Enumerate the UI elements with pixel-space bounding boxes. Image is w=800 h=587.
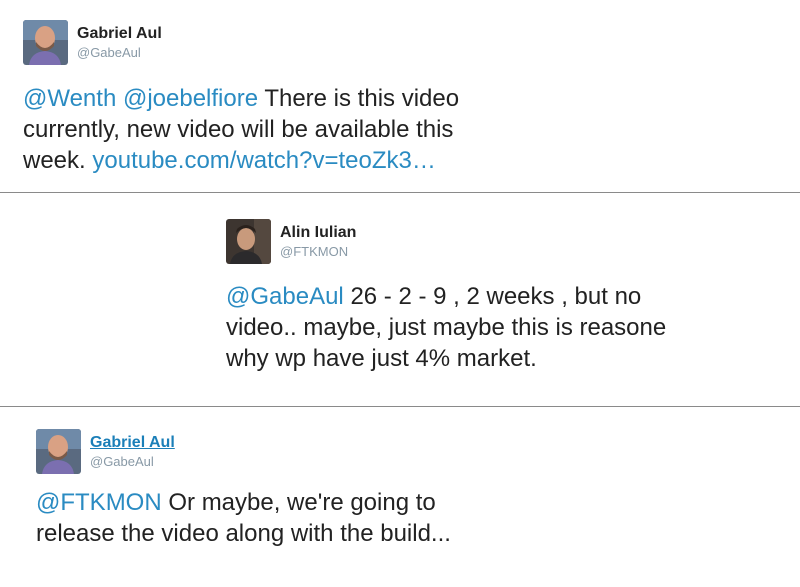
mention-link[interactable]: @FTKMON	[36, 489, 162, 516]
divider	[0, 192, 800, 193]
url-link[interactable]: youtube.com/watch?v=teoZk3…	[92, 147, 436, 174]
tweet-line-1: @Wenth @joebelfiore There is this video	[23, 83, 459, 114]
mention-link[interactable]: @GabeAul	[226, 283, 344, 310]
avatar-gabeaul[interactable]	[23, 20, 68, 65]
divider	[0, 406, 800, 407]
avatar-ftkmon[interactable]	[226, 219, 271, 264]
tweet-line-2: video.. maybe, just maybe this is reason…	[226, 314, 667, 341]
tweet-text: @GabeAul 26 - 2 - 9 , 2 weeks , but no v…	[226, 281, 666, 374]
tweet-text-segment: There is this video	[264, 85, 460, 112]
tweet-ftkmon: Alin Iulian @FTKMON @GabeAul 26 - 2 - 9 …	[226, 219, 786, 379]
tweet-line-3: week. youtube.com/watch?v=teoZk3…	[23, 145, 459, 176]
tweet-text-segment: Or maybe, we're going to	[168, 489, 436, 516]
user-handle[interactable]: @GabeAul	[90, 454, 154, 469]
tweet-text-segment: week.	[23, 147, 86, 174]
avatar-gabeaul[interactable]	[36, 429, 81, 474]
tweet-line-2: currently, new video will be available t…	[23, 116, 454, 143]
tweet-line-1: @GabeAul 26 - 2 - 9 , 2 weeks , but no	[226, 281, 666, 312]
mention-link[interactable]: @joebelfiore	[123, 85, 258, 112]
user-handle[interactable]: @GabeAul	[77, 45, 141, 60]
tweet-line-2: release the video along with the build..…	[36, 520, 451, 547]
tweet-text: @Wenth @joebelfiore There is this video …	[23, 83, 459, 176]
user-name[interactable]: Alin Iulian	[280, 224, 356, 242]
user-handle[interactable]: @FTKMON	[280, 244, 348, 259]
tweet-gabeaul-2: Gabriel Aul @GabeAul @FTKMON Or maybe, w…	[36, 429, 596, 569]
mention-link[interactable]: @Wenth	[23, 85, 116, 112]
tweet-line-3: why wp have just 4% market.	[226, 345, 537, 372]
user-name[interactable]: Gabriel Aul	[77, 25, 162, 43]
tweet-gabeaul-1: Gabriel Aul @GabeAul @Wenth @joebelfiore…	[23, 20, 583, 180]
user-name[interactable]: Gabriel Aul	[90, 434, 175, 452]
tweet-line-1: @FTKMON Or maybe, we're going to	[36, 487, 451, 518]
tweet-text: @FTKMON Or maybe, we're going to release…	[36, 487, 451, 549]
tweet-text-segment: 26 - 2 - 9 , 2 weeks , but no	[350, 283, 642, 310]
